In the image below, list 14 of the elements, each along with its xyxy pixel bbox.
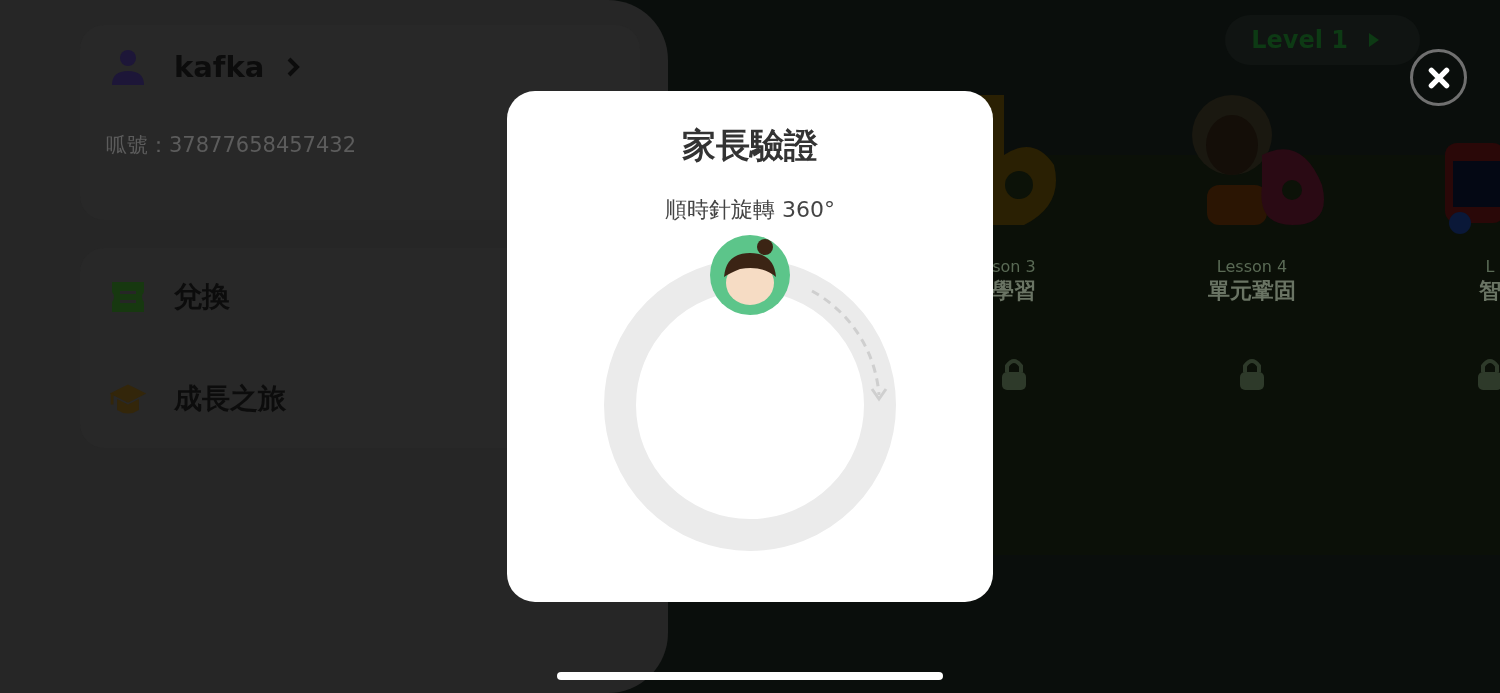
lesson-number: L (1485, 257, 1495, 276)
play-icon (1368, 32, 1380, 48)
avatar-handle[interactable] (710, 235, 790, 315)
lesson-title: 智 (1479, 277, 1500, 305)
dialog-title: 家長驗證 (682, 124, 818, 167)
lock-icon (1475, 356, 1500, 392)
lesson-number: son 3 (992, 257, 1036, 276)
lock-icon (999, 356, 1029, 392)
lesson-title: 單元鞏固 (1208, 277, 1296, 305)
lesson-number: Lesson 4 (1216, 257, 1288, 276)
lock-icon (1237, 356, 1267, 392)
lesson-title: 學習 (992, 277, 1036, 305)
instruction-text: 順時針旋轉 360° (665, 196, 835, 224)
close-button[interactable] (1410, 49, 1467, 106)
